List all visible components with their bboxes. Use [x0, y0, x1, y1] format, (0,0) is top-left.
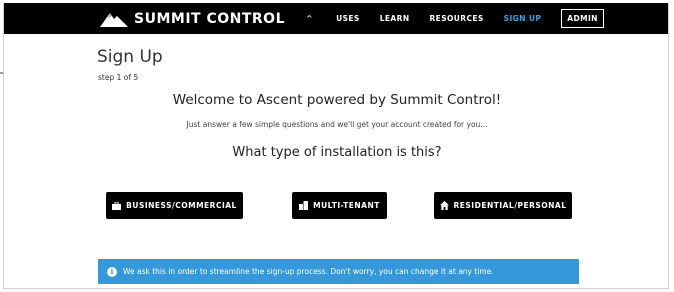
- admin-button[interactable]: ADMIN: [561, 9, 604, 28]
- nav-item-sign-up[interactable]: SIGN UP: [504, 14, 542, 23]
- business-commercial-button[interactable]: BUSINESS/COMMERCIAL: [106, 192, 243, 219]
- info-alert: i We ask this in order to streamline the…: [98, 259, 579, 284]
- nav-caret-toggle[interactable]: ^: [306, 14, 313, 23]
- top-navbar: SUMMIT CONTROL ^ USES LEARN RESOURCES SI…: [4, 3, 668, 34]
- multi-tenant-label: MULTI-TENANT: [313, 201, 380, 210]
- brand-logo[interactable]: SUMMIT CONTROL: [100, 8, 285, 30]
- brand-name: SUMMIT CONTROL: [134, 11, 285, 27]
- main-nav: ^ USES LEARN RESOURCES SIGN UP ADMIN: [306, 3, 604, 34]
- intro-text: Just answer a few simple questions and w…: [186, 120, 488, 129]
- nav-item-learn[interactable]: LEARN: [380, 14, 410, 23]
- multi-tenant-button[interactable]: MULTI-TENANT: [292, 192, 387, 219]
- info-alert-text: We ask this in order to streamline the s…: [123, 267, 494, 276]
- briefcase-icon: [112, 201, 122, 210]
- nav-item-resources[interactable]: RESOURCES: [430, 14, 484, 23]
- page-title: Sign Up: [97, 47, 163, 67]
- info-icon: i: [107, 266, 117, 277]
- home-icon: [439, 201, 449, 210]
- business-commercial-label: BUSINESS/COMMERCIAL: [126, 201, 237, 210]
- installation-question: What type of installation is this?: [232, 145, 442, 160]
- nav-item-uses[interactable]: USES: [336, 14, 360, 23]
- residential-personal-label: RESIDENTIAL/PERSONAL: [453, 201, 567, 210]
- residential-personal-button[interactable]: RESIDENTIAL/PERSONAL: [434, 192, 572, 219]
- side-marker: [0, 72, 3, 74]
- mountain-icon: [100, 13, 128, 27]
- welcome-heading: Welcome to Ascent powered by Summit Cont…: [172, 92, 502, 108]
- building-icon: [299, 201, 309, 210]
- step-indicator: step 1 of 5: [98, 73, 139, 82]
- page-frame: SUMMIT CONTROL ^ USES LEARN RESOURCES SI…: [3, 3, 669, 289]
